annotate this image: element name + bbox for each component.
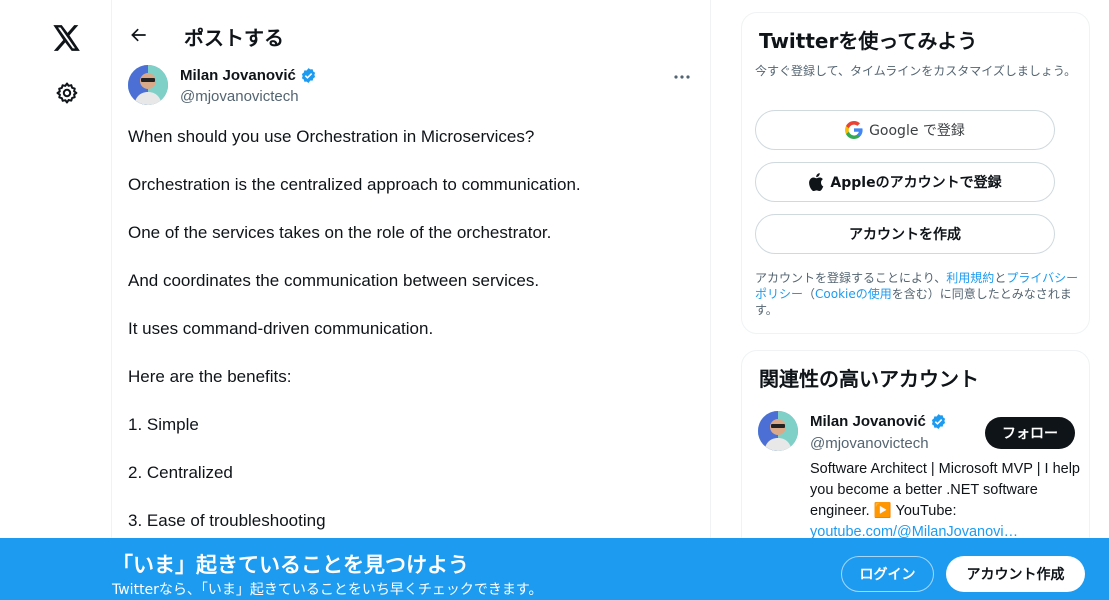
login-banner: 「いま」起きていることを見つけよう Twitterなら、「いま」起きていることを… (0, 538, 1109, 600)
banner-subtitle: Twitterなら、「いま」起きていることをいち早くチェックできます。 (112, 582, 543, 598)
signup-card: Twitterを使ってみよう 今すぐ登録して、タイムラインをカスタマイズしましょ… (741, 12, 1090, 334)
verified-badge-icon (301, 68, 315, 83)
left-nav (0, 0, 112, 600)
signup-card-title: Twitterを使ってみよう (759, 29, 978, 53)
create-account-button[interactable]: アカウントを作成 (755, 214, 1055, 254)
page-title: ポストする (184, 26, 284, 50)
follow-button[interactable]: フォロー (985, 417, 1075, 449)
post-line: One of the services takes on the role of… (128, 223, 552, 242)
apple-icon (809, 173, 824, 191)
post-line: Here are the benefits: (128, 367, 292, 386)
verified-badge-icon (931, 414, 945, 429)
related-account-bio: Software Architect | Microsoft MVP | I h… (810, 459, 1080, 543)
right-sidebar: Twitterを使ってみよう 今すぐ登録して、タイムラインをカスタマイズしましょ… (741, 12, 1090, 600)
google-icon (845, 121, 863, 139)
post-line: 2. Centralized (128, 463, 233, 482)
post-line: Orchestration is the centralized approac… (128, 175, 581, 194)
signup-button[interactable]: アカウント作成 (946, 556, 1085, 592)
terms-text: アカウントを登録することにより、利用規約とプライバシーポリシー（Cookieの使… (755, 270, 1083, 318)
apple-signup-label: Appleのアカウントで登録 (830, 175, 1002, 191)
google-signup-label: Google で登録 (869, 123, 965, 139)
author-handle[interactable]: @mjovanovictech (180, 88, 299, 105)
post-line: When should you use Orchestration in Mic… (128, 127, 535, 146)
terms-paren: （ (803, 287, 816, 301)
author-name-text: Milan Jovanović (180, 67, 296, 84)
banner-title: 「いま」起きていることを見つけよう (112, 553, 469, 577)
terms-and: と (994, 271, 1007, 285)
page-header: ポストする (112, 14, 711, 58)
post-line: And coordinates the communication betwee… (128, 271, 540, 290)
x-logo-icon[interactable] (48, 19, 86, 57)
signup-card-subtitle: 今すぐ登録して、タイムラインをカスタマイズしましょう。 (755, 64, 1077, 78)
create-account-label: アカウントを作成 (849, 227, 961, 243)
post-text: When should you use Orchestration in Mic… (128, 126, 688, 558)
gear-icon[interactable] (48, 74, 86, 112)
related-account-name[interactable]: Milan Jovanović (810, 413, 947, 430)
terms-link[interactable]: 利用規約 (946, 271, 994, 285)
author-name[interactable]: Milan Jovanović (180, 67, 317, 84)
google-signup-button[interactable]: Google で登録 (755, 110, 1055, 150)
avatar[interactable] (128, 65, 168, 105)
terms-prefix: アカウントを登録することにより、 (755, 271, 947, 285)
login-button[interactable]: ログイン (841, 556, 934, 592)
avatar[interactable] (758, 411, 798, 451)
more-horizontal-icon[interactable] (670, 67, 694, 87)
post-line: 1. Simple (128, 415, 199, 434)
related-account-name-text: Milan Jovanović (810, 413, 926, 430)
bio-text: Software Architect | Microsoft MVP | I h… (810, 461, 1080, 519)
cookie-link[interactable]: Cookieの使用 (815, 287, 892, 301)
post-line: It uses command-driven communication. (128, 319, 434, 338)
apple-signup-button[interactable]: Appleのアカウントで登録 (755, 162, 1055, 202)
post-author: Milan Jovanović @mjovanovictech (128, 65, 698, 107)
arrow-left-icon[interactable] (124, 20, 154, 50)
related-accounts-title: 関連性の高いアカウント (759, 367, 979, 391)
related-account-handle[interactable]: @mjovanovictech (810, 435, 929, 452)
main-column: ポストする Milan Jovanović @mjovanovictech Wh… (112, 0, 711, 600)
